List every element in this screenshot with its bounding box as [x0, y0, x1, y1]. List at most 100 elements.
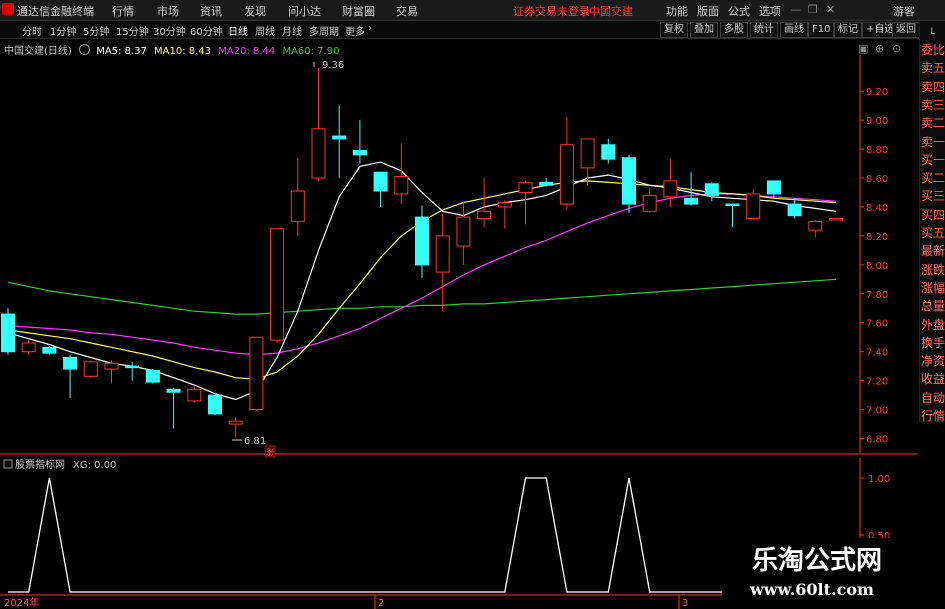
xg-line — [8, 477, 836, 593]
candle[interactable] — [704, 182, 719, 202]
candle-body — [332, 135, 347, 140]
sidebar-item[interactable]: 换手 — [921, 336, 945, 350]
candle[interactable] — [725, 203, 740, 228]
price-tick-label: 7.60 — [866, 319, 888, 330]
candle-body — [83, 361, 98, 377]
price-tick-label: 8.80 — [866, 145, 888, 156]
candle[interactable] — [208, 394, 222, 416]
sidebar-item[interactable]: 卖二 — [921, 116, 945, 130]
candle-body — [787, 203, 802, 217]
candle-body — [145, 370, 160, 383]
price-tick-label: 6.80 — [866, 435, 888, 446]
candle[interactable] — [21, 340, 36, 355]
candle[interactable] — [477, 178, 492, 228]
indicator-value: XG: 0.00 — [73, 460, 116, 471]
candle[interactable] — [63, 354, 78, 399]
candle-body — [704, 183, 719, 196]
quote-sidebar: L 委比卖五卖四卖三卖二卖一买一买二买三买四买五最新涨跌涨幅总量外盘换手净资收益… — [919, 22, 945, 423]
candle[interactable] — [1, 308, 15, 355]
sidebar-item[interactable]: 涨幅 — [921, 281, 945, 295]
sidebar-item[interactable]: 卖四 — [921, 80, 945, 94]
candle[interactable] — [42, 345, 57, 355]
sidebar-item[interactable]: 总量 — [921, 299, 945, 313]
candle[interactable] — [125, 361, 140, 381]
sidebar-item[interactable]: 卖一 — [921, 135, 945, 149]
candle[interactable] — [435, 214, 450, 312]
date-label-feb: 2 — [378, 598, 384, 609]
candle[interactable] — [497, 199, 512, 229]
indicator-tick-label: 1.00 — [868, 474, 890, 485]
candle[interactable] — [332, 105, 347, 179]
candle-body — [684, 197, 699, 205]
candle[interactable] — [559, 117, 574, 210]
candle[interactable] — [766, 180, 781, 199]
sidebar-item[interactable]: 行情 — [921, 409, 945, 423]
candle[interactable] — [145, 369, 160, 384]
candle-body — [1, 313, 15, 353]
high-label: 9.36 — [322, 60, 344, 71]
candle[interactable] — [290, 157, 305, 236]
candle[interactable] — [601, 138, 616, 164]
sidebar-toggle-icon[interactable]: L — [921, 25, 945, 39]
candle[interactable] — [373, 171, 388, 207]
candle[interactable] — [104, 360, 119, 384]
candle[interactable] — [270, 228, 285, 344]
date-label-mar: 3 — [682, 598, 688, 609]
candle-body — [228, 420, 243, 425]
price-tick-label: 7.40 — [866, 348, 888, 359]
candle[interactable] — [352, 120, 367, 164]
candle-body — [456, 216, 471, 247]
indicator-title[interactable]: 股票指标网 — [15, 458, 65, 471]
candle[interactable] — [642, 188, 657, 213]
date-label-2024: 2024年 — [4, 596, 39, 609]
price-tick-label: 8.40 — [866, 203, 888, 214]
sidebar-item[interactable]: 卖三 — [921, 98, 945, 112]
candle-body — [622, 157, 636, 205]
sidebar-item[interactable]: 买一 — [921, 153, 945, 167]
candle[interactable] — [622, 154, 636, 213]
candle-body — [642, 194, 657, 212]
candle[interactable] — [249, 336, 264, 412]
sidebar-item[interactable]: 买二 — [921, 171, 945, 185]
indicator-settings-icon[interactable] — [3, 459, 13, 469]
candle[interactable] — [187, 386, 202, 403]
candle-body — [63, 356, 78, 370]
candle-body — [104, 362, 119, 370]
sidebar-item[interactable]: 收益 — [921, 372, 945, 386]
candle[interactable] — [394, 143, 409, 205]
sidebar-item[interactable]: 买五 — [921, 226, 945, 240]
sidebar-item[interactable]: 自动 — [921, 391, 945, 405]
price-tick-label: 7.20 — [866, 377, 888, 388]
candle-body — [166, 388, 181, 393]
candle[interactable] — [580, 138, 595, 186]
watermark-title: 乐淘公式网 — [752, 546, 883, 576]
candle[interactable] — [808, 219, 823, 238]
candle[interactable] — [539, 178, 554, 187]
candle-body — [208, 394, 222, 415]
candle[interactable] — [311, 68, 326, 181]
candle[interactable] — [829, 218, 843, 221]
sidebar-item[interactable]: 涨跌 — [921, 263, 945, 277]
sidebar-item[interactable]: 委比 — [921, 43, 945, 57]
sidebar-item[interactable]: 外盘 — [921, 318, 945, 332]
sidebar-item[interactable]: 卖五 — [921, 61, 945, 75]
candle[interactable] — [787, 198, 802, 219]
candle[interactable] — [166, 387, 181, 429]
candle-body — [477, 210, 492, 220]
kline-chart[interactable]: 9.20 9.00 8.80 8.60 8.40 8.20 8.00 7.80 7.60 7.40… — [0, 0, 945, 609]
price-tick-label: 9.20 — [866, 87, 888, 98]
candle[interactable] — [518, 180, 533, 225]
candle-body — [497, 202, 512, 208]
price-tick-label: 8.20 — [866, 232, 888, 243]
candle[interactable] — [746, 189, 761, 220]
sidebar-item[interactable]: 买三 — [921, 189, 945, 203]
candle-body — [725, 203, 740, 207]
candle[interactable] — [415, 205, 429, 278]
sidebar-item[interactable]: 买四 — [921, 208, 945, 222]
sidebar-item[interactable]: 净资 — [921, 354, 945, 368]
candle[interactable] — [228, 416, 243, 438]
candle-body — [518, 181, 533, 193]
candle[interactable] — [456, 201, 471, 265]
sidebar-item[interactable]: 最新 — [921, 244, 945, 258]
candle[interactable] — [83, 360, 98, 378]
